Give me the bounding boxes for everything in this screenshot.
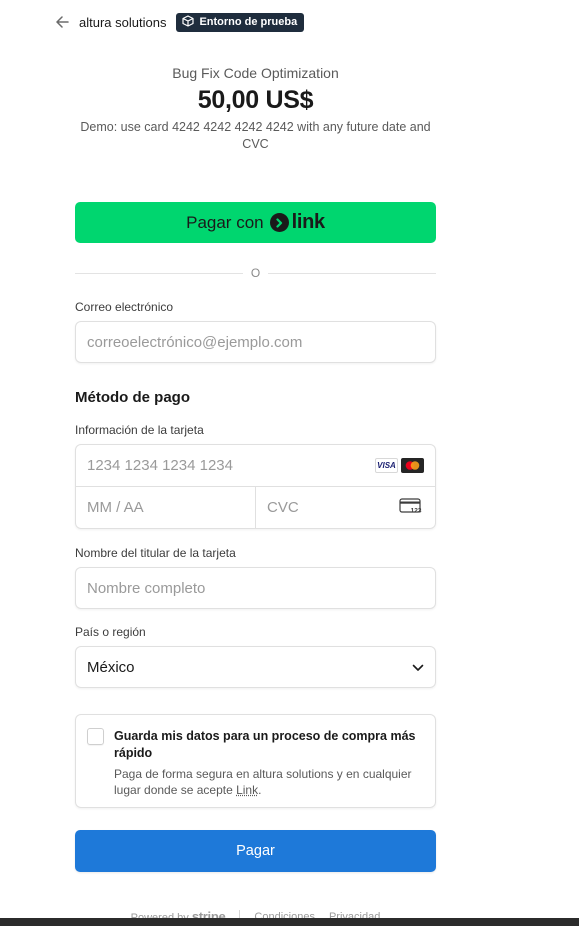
- cardholder-name-field[interactable]: Nombre completo: [75, 567, 436, 609]
- test-badge-label: Entorno de prueba: [199, 16, 298, 28]
- pay-with-link-button[interactable]: Pagar con link: [75, 202, 436, 243]
- card-brand-icons: VISA: [375, 458, 424, 473]
- card-bottom-row: MM / AA CVC 123: [76, 487, 435, 528]
- demo-note: Demo: use card 4242 4242 4242 4242 with …: [80, 120, 431, 151]
- country-label: País o región: [75, 625, 146, 639]
- bottom-scroll-edge: [0, 918, 579, 926]
- chevron-down-icon: [412, 659, 424, 676]
- divider-line-right: [268, 272, 436, 274]
- save-info-description-end: .: [258, 783, 262, 797]
- product-name: Bug Fix Code Optimization: [172, 65, 339, 81]
- expiry-field[interactable]: MM / AA: [76, 487, 256, 528]
- card-number-placeholder: 1234 1234 1234 1234: [87, 457, 233, 474]
- save-info-text: Guarda mis datos para un proceso de comp…: [114, 728, 421, 797]
- save-info-title: Guarda mis datos para un proceso de comp…: [114, 729, 416, 760]
- save-info-checkbox[interactable]: [87, 728, 104, 745]
- back-arrow-icon[interactable]: [55, 15, 69, 29]
- cvc-placeholder: CVC: [267, 499, 299, 516]
- divider-text: O: [250, 266, 261, 280]
- save-info-description-text: Paga de forma segura en altura solutions…: [114, 767, 412, 797]
- price: 50,00 US$: [197, 86, 314, 114]
- save-info-box: Guarda mis datos para un proceso de comp…: [75, 714, 436, 808]
- cardholder-name-placeholder: Nombre completo: [87, 579, 206, 597]
- divider-line-left: [75, 272, 243, 274]
- cvc-field[interactable]: CVC 123: [256, 487, 435, 528]
- payment-form: Pagar con link O Correo electrónico corr…: [75, 202, 436, 872]
- link-chevron-icon: [269, 213, 289, 232]
- pay-button[interactable]: Pagar: [75, 830, 436, 872]
- order-summary: Bug Fix Code Optimization 50,00 US$ Demo…: [75, 64, 436, 153]
- svg-text:123: 123: [411, 507, 422, 514]
- card-info-label: Información de la tarjeta: [75, 423, 204, 437]
- save-info-description: Paga de forma segura en altura solutions…: [114, 766, 421, 798]
- cardholder-name-label: Nombre del titular de la tarjeta: [75, 546, 236, 560]
- email-field[interactable]: correoelectrónico@ejemplo.com: [75, 321, 436, 363]
- card-info-group: 1234 1234 1234 1234 VISA MM / AA CVC 123: [75, 444, 436, 529]
- link-logo-text: link: [291, 211, 326, 233]
- or-divider: O: [75, 265, 436, 281]
- cvc-card-icon: 123: [399, 497, 423, 518]
- merchant-name[interactable]: altura solutions: [79, 15, 166, 30]
- email-label: Correo electrónico: [75, 300, 174, 314]
- visa-icon: VISA: [375, 458, 398, 473]
- expiry-placeholder: MM / AA: [87, 499, 144, 516]
- header: altura solutions Entorno de prueba: [55, 11, 305, 33]
- test-box-icon: [182, 14, 195, 30]
- mastercard-icon: [401, 458, 424, 473]
- country-select[interactable]: México: [75, 646, 436, 688]
- link-logo: link: [269, 211, 326, 234]
- link-info-link[interactable]: Link: [236, 783, 258, 797]
- pay-with-link-label: Pagar con: [186, 212, 264, 232]
- payment-method-title: Método de pago: [75, 389, 190, 406]
- card-number-field[interactable]: 1234 1234 1234 1234 VISA: [76, 445, 435, 487]
- email-placeholder: correoelectrónico@ejemplo.com: [87, 333, 303, 351]
- country-value: México: [87, 658, 135, 676]
- test-mode-badge: Entorno de prueba: [176, 12, 305, 32]
